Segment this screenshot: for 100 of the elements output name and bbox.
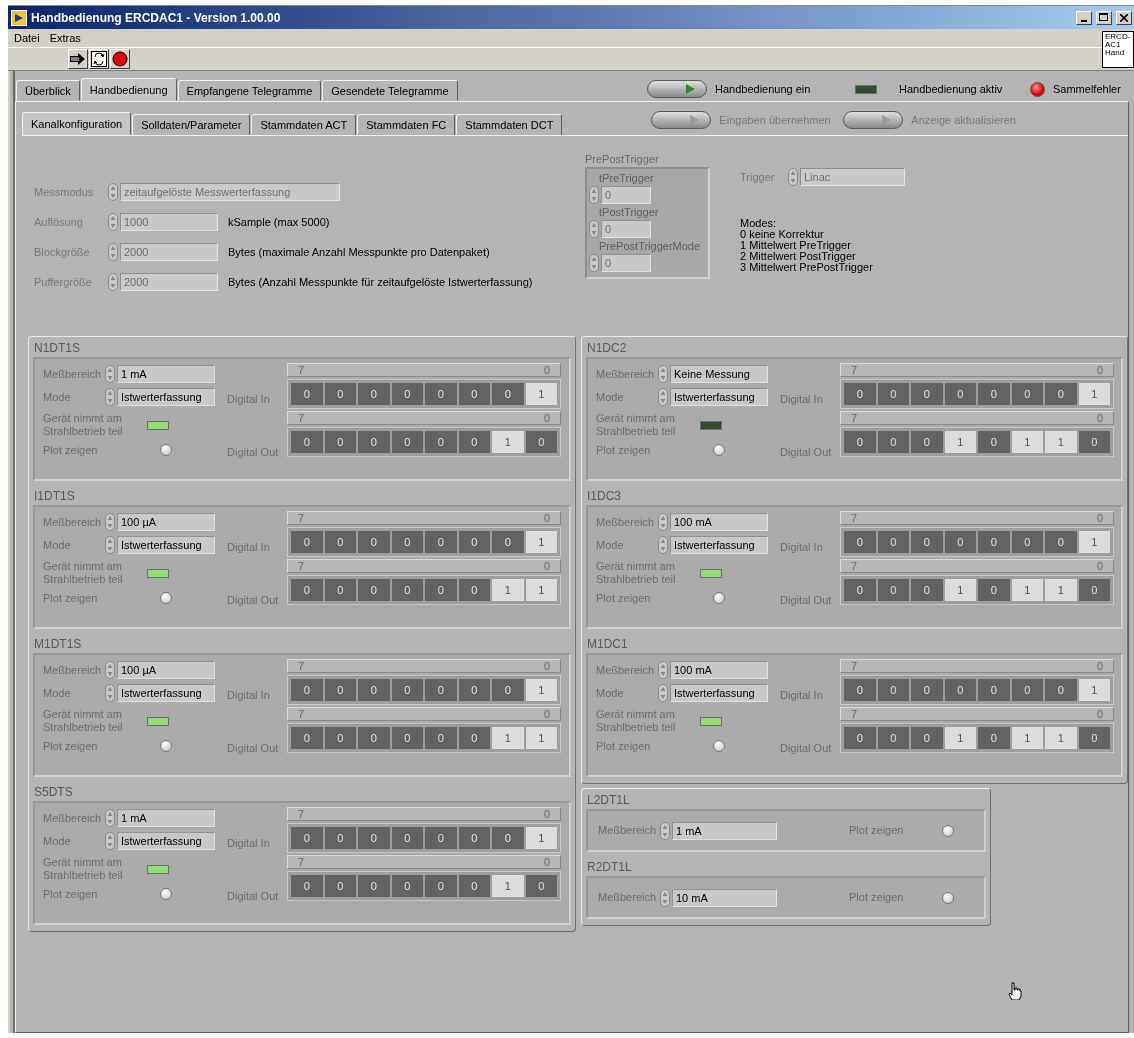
toggle-button[interactable] xyxy=(647,80,707,98)
plot-radio[interactable] xyxy=(942,891,954,904)
plot-radio[interactable] xyxy=(160,444,172,456)
tab[interactable]: Gesendete Telegramme xyxy=(322,80,458,101)
range-field[interactable]: 1 mA xyxy=(672,821,777,840)
spinner-control[interactable] xyxy=(658,513,668,531)
field-label: Messmodus xyxy=(34,186,95,198)
spinner-control[interactable] xyxy=(105,809,115,827)
spinner-control[interactable] xyxy=(658,536,668,554)
spinner-control[interactable] xyxy=(658,684,668,702)
range-field[interactable]: 1 mA xyxy=(117,809,215,827)
field-label: Auflösung xyxy=(34,216,84,228)
spinner-control[interactable] xyxy=(660,888,670,907)
spinner-control[interactable] xyxy=(108,243,118,261)
range-field[interactable]: 1 mA xyxy=(117,365,215,383)
spinner-control[interactable] xyxy=(788,168,798,186)
toggle-label: Handbedienung ein xyxy=(715,83,811,95)
range-field[interactable]: 100 mA xyxy=(670,513,768,531)
plot-radio[interactable] xyxy=(713,740,725,752)
spinner-control[interactable] xyxy=(105,684,115,702)
mode-field[interactable]: Istwerterfassung xyxy=(117,388,215,406)
spinner-control[interactable] xyxy=(589,254,599,272)
bit-indicator: 1 xyxy=(1011,727,1043,749)
range-field[interactable]: 10 mA xyxy=(672,888,777,907)
bit-index: 7 xyxy=(298,708,305,720)
run-continuously-button[interactable] xyxy=(89,49,109,69)
tab[interactable]: Handbedienung xyxy=(80,78,177,101)
bit-indicator: 0 xyxy=(324,579,356,601)
bit-indicator: 0 xyxy=(425,431,457,453)
channel-title: N1DT1S xyxy=(33,340,81,357)
menu-item[interactable]: Extras xyxy=(49,32,81,44)
spinner-control[interactable] xyxy=(105,513,115,531)
spinner-control[interactable] xyxy=(660,821,670,840)
close-button[interactable] xyxy=(1116,10,1132,25)
bit-indicator: 0 xyxy=(844,531,876,553)
bit-indicator: 0 xyxy=(844,383,876,405)
spinner-control[interactable] xyxy=(589,220,599,238)
plot-radio[interactable] xyxy=(160,740,172,752)
plot-radio[interactable] xyxy=(713,592,725,604)
bit-indicator: 0 xyxy=(944,383,976,405)
tab[interactable]: Stammdaten FC xyxy=(357,114,456,135)
tab[interactable]: Kanalkonfiguration xyxy=(22,112,132,135)
field-label: Blockgröße xyxy=(34,246,91,258)
range-field[interactable]: 100 µA xyxy=(117,661,215,679)
menu-item[interactable]: Datei xyxy=(14,32,40,44)
plot-radio[interactable] xyxy=(942,824,954,837)
spinner-control[interactable] xyxy=(108,183,118,201)
bit-indicator: 0 xyxy=(358,383,390,405)
range-field[interactable]: 100 mA xyxy=(670,661,768,679)
range-field[interactable]: 100 µA xyxy=(117,513,215,531)
digital-label: Digital Out xyxy=(780,742,833,755)
maximize-button[interactable] xyxy=(1096,10,1112,25)
spinner-control[interactable] xyxy=(658,661,668,679)
minimize-button[interactable] xyxy=(1076,10,1092,25)
spinner-control[interactable] xyxy=(105,388,115,406)
plot-label: Plot zeigen xyxy=(596,739,652,753)
bit-indicator: 0 xyxy=(1045,531,1077,553)
tab[interactable]: Stammdaten DCT xyxy=(456,114,563,135)
bit-indicator: 0 xyxy=(1078,431,1110,453)
tab[interactable]: Solldaten/Parameter xyxy=(132,114,251,135)
range-field[interactable]: Keine Messung xyxy=(670,365,768,383)
plot-radio[interactable] xyxy=(160,888,172,900)
spinner-control[interactable] xyxy=(108,213,118,231)
spinner-control[interactable] xyxy=(658,388,668,406)
mode-field[interactable]: Istwerterfassung xyxy=(670,684,768,702)
mode-field[interactable]: Istwerterfassung xyxy=(117,684,215,702)
tab[interactable]: Überblick xyxy=(16,80,80,101)
bit-index: 0 xyxy=(543,856,550,868)
spinner-control[interactable] xyxy=(105,832,115,850)
spinner-control[interactable] xyxy=(105,365,115,383)
field-label: Mode xyxy=(596,390,625,404)
bit-index: 0 xyxy=(543,512,550,524)
plot-radio[interactable] xyxy=(160,592,172,604)
spinner-control[interactable] xyxy=(105,536,115,554)
modes-text: 3 Mittelwert PrePostTrigger xyxy=(740,262,874,273)
mode-field[interactable]: Istwerterfassung xyxy=(117,536,215,554)
run-button[interactable] xyxy=(68,49,88,69)
unit-text: Bytes (Anzahl Messpunkte für zeitaufgelöste Istwerterfassung) xyxy=(228,276,533,288)
mode-field[interactable]: Istwerterfassung xyxy=(670,388,768,406)
bit-indicator: 0 xyxy=(492,531,524,553)
plot-radio[interactable] xyxy=(713,444,725,456)
bit-indicator: 0 xyxy=(492,827,524,849)
mode-field[interactable]: Istwerterfassung xyxy=(117,832,215,850)
tab[interactable]: Stammdaten ACT xyxy=(251,114,357,135)
spinner-control[interactable] xyxy=(105,661,115,679)
bit-indicator: 0 xyxy=(291,383,323,405)
field-label: Meßbereich xyxy=(598,824,658,837)
spinner-control[interactable] xyxy=(589,186,599,204)
bit-index: 0 xyxy=(1096,512,1103,524)
bit-indicator: 0 xyxy=(877,431,909,453)
field-label: Meßbereich xyxy=(43,515,103,529)
bit-indicator: 0 xyxy=(391,383,423,405)
bit-indicator: 0 xyxy=(324,875,356,897)
spinner-control[interactable] xyxy=(108,273,118,291)
field-label: Mode xyxy=(43,538,72,552)
tab[interactable]: Empfangene Telegramme xyxy=(177,80,322,101)
stop-button[interactable] xyxy=(110,49,130,69)
mode-field[interactable]: Istwerterfassung xyxy=(670,536,768,554)
bit-indicator: 0 xyxy=(425,679,457,701)
spinner-control[interactable] xyxy=(658,365,668,383)
